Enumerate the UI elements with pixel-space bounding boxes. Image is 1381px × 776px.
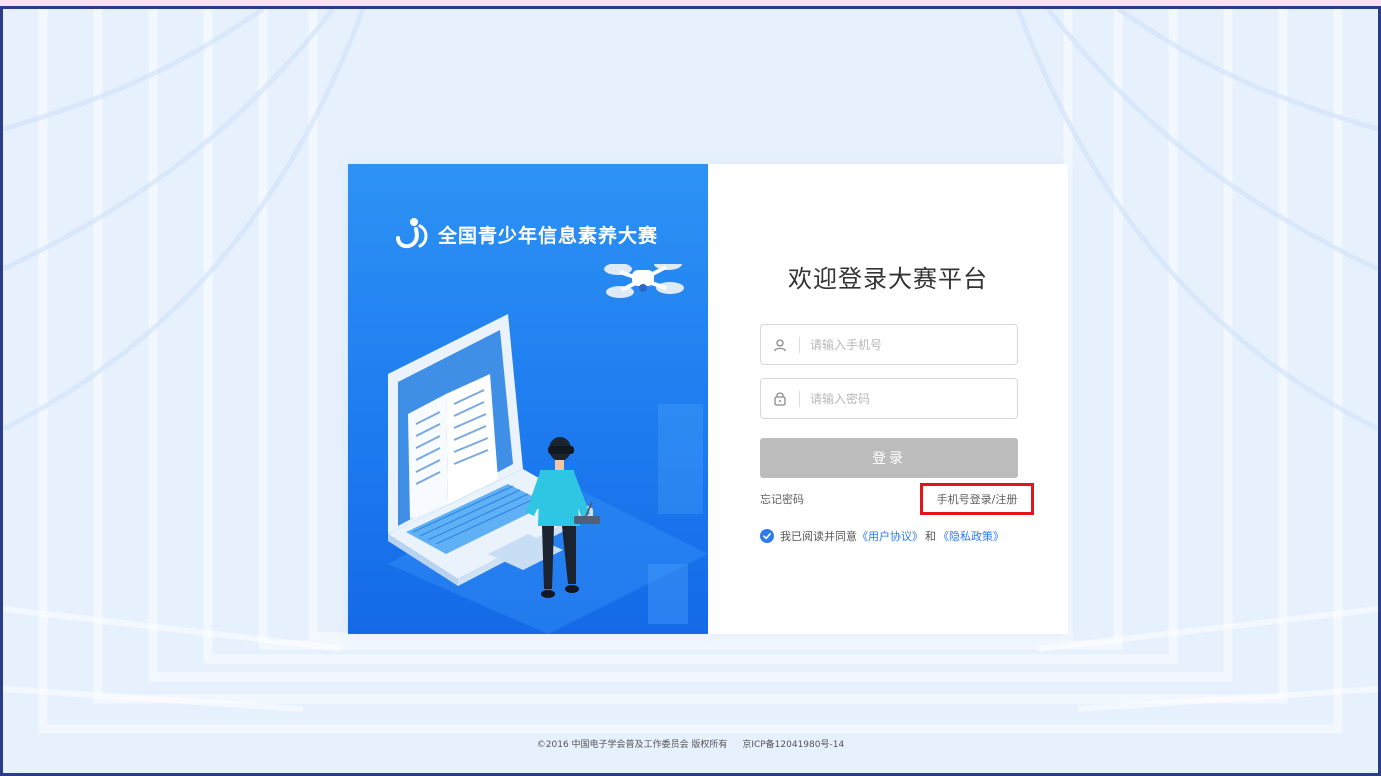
login-panel: 欢迎登录大赛平台 请输入手机号 登录 忘记密码 手机号登录/注册 我已阅读并同意…	[708, 164, 1068, 634]
phone-input[interactable]	[800, 325, 1017, 364]
copyright-text: ©2016 中国电子学会普及工作委员会 版权所有	[536, 740, 728, 750]
forgot-password-link[interactable]: 忘记密码	[760, 491, 804, 507]
page-footer: ©2016 中国电子学会普及工作委员会 版权所有 京ICP备12041980号-…	[3, 737, 1378, 750]
phone-field[interactable]	[760, 324, 1018, 365]
password-field[interactable]	[760, 378, 1018, 419]
user-icon	[761, 325, 799, 364]
phone-login-label: 手机号登录/注册	[936, 493, 1018, 506]
user-agreement-link[interactable]: 《用户协议》	[857, 528, 923, 544]
agree-text: 我已阅读并同意	[780, 530, 857, 543]
privacy-policy-link[interactable]: 《隐私政策》	[938, 528, 1004, 544]
drone-icon	[604, 264, 684, 298]
agree-checkbox[interactable]	[760, 529, 774, 543]
laptop-drone-illustration	[388, 264, 708, 634]
agreement-row: 我已阅读并同意 《用户协议》 和 《隐私政策》	[760, 528, 1004, 544]
phone-login-register-link[interactable]: 手机号登录/注册	[920, 483, 1034, 515]
icp-link[interactable]: 京ICP备12041980号-14	[742, 740, 844, 750]
brand-header: 全国青少年信息素养大赛	[392, 216, 658, 252]
login-card: 全国青少年信息素养大赛 欢迎登录大赛平台 请输入手机号 登录 忘记密码 手机号登…	[348, 164, 1068, 634]
lock-icon	[761, 379, 799, 418]
login-heading: 欢迎登录大赛平台	[788, 265, 988, 293]
and-text: 和	[925, 530, 936, 543]
contest-title: 全国青少年信息素养大赛	[438, 224, 659, 247]
contest-logo-icon	[396, 218, 428, 249]
promo-panel: 全国青少年信息素养大赛	[348, 164, 708, 634]
browser-frame: 全国青少年信息素养大赛 欢迎登录大赛平台 请输入手机号 登录 忘记密码 手机号登…	[0, 6, 1381, 776]
password-input[interactable]	[800, 379, 1017, 418]
login-button[interactable]: 登录	[760, 438, 1018, 478]
